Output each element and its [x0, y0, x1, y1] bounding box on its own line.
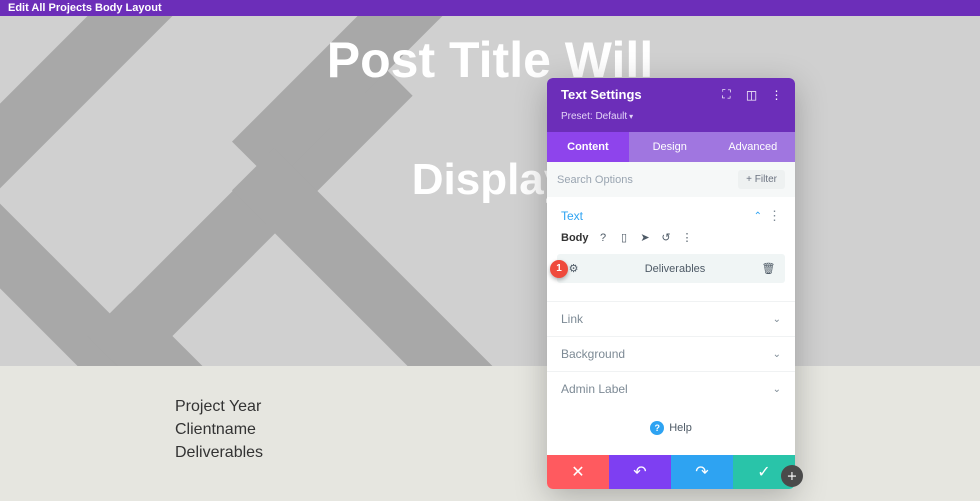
- redo-icon: ↷: [695, 462, 708, 482]
- page-title-placeholder: Post Title Will: [0, 35, 980, 85]
- redo-button[interactable]: ↷: [671, 455, 733, 489]
- chevron-up-icon: ⌃: [754, 211, 762, 222]
- more-dots-icon[interactable]: ⋮: [768, 211, 781, 221]
- page-subtitle-placeholder: Display: [0, 155, 980, 205]
- preset-selector[interactable]: Preset: Default▾: [547, 111, 795, 132]
- text-body-controls: Body ? ▯ ➤ ↺ ⋮: [547, 223, 795, 252]
- app-title: Edit All Projects Body Layout: [8, 2, 162, 14]
- chevron-down-icon: ⌄: [773, 349, 781, 360]
- settings-tabs: Content Design Advanced: [547, 132, 795, 162]
- body-text-row[interactable]: 1 ⚙ Deliverables 🗑: [557, 254, 785, 283]
- tab-advanced[interactable]: Advanced: [711, 132, 795, 162]
- filter-button[interactable]: + Filter: [738, 170, 785, 189]
- menu-dots-icon[interactable]: ⋮: [770, 88, 783, 101]
- preset-label: Preset: Default: [561, 111, 627, 122]
- search-row: Search Options + Filter: [547, 162, 795, 197]
- section-text-label: Text: [561, 209, 754, 223]
- content-line: Project Year: [175, 395, 263, 418]
- reset-icon[interactable]: ↺: [660, 231, 673, 244]
- section-link-label: Link: [561, 312, 773, 326]
- section-background-label: Background: [561, 347, 773, 361]
- panel-title: Text Settings: [561, 87, 720, 102]
- chevron-down-icon: ⌄: [773, 314, 781, 325]
- tab-design[interactable]: Design: [629, 132, 711, 162]
- close-icon: ✕: [571, 462, 584, 482]
- help-label: Help: [669, 422, 692, 434]
- help-row[interactable]: ? Help: [547, 406, 795, 455]
- section-admin-label-label: Admin Label: [561, 382, 773, 396]
- panel-header[interactable]: Text Settings ⛶ ◫ ⋮: [547, 78, 795, 111]
- plus-icon: ✕: [784, 468, 800, 484]
- more-dots-icon[interactable]: ⋮: [681, 231, 694, 244]
- chevron-down-icon: ⌄: [773, 384, 781, 395]
- columns-icon[interactable]: ◫: [745, 88, 758, 101]
- text-settings-panel: Text Settings ⛶ ◫ ⋮ Preset: Default▾ Con…: [547, 78, 795, 489]
- panel-actions: ✕ ↶ ↷ ✓: [547, 455, 795, 489]
- app-top-bar: Edit All Projects Body Layout: [0, 0, 980, 16]
- undo-icon: ↶: [633, 462, 646, 482]
- check-icon: ✓: [757, 462, 770, 482]
- search-input[interactable]: Search Options: [557, 174, 738, 186]
- section-text[interactable]: Text ⌃ ⋮: [547, 197, 795, 223]
- content-line: Deliverables: [175, 441, 263, 464]
- body-text-value: Deliverables: [588, 263, 762, 275]
- trash-icon[interactable]: 🗑: [762, 262, 775, 275]
- gear-icon[interactable]: ⚙: [567, 262, 580, 275]
- help-icon: ?: [650, 421, 664, 435]
- body-content: Project Year Clientname Deliverables: [175, 395, 263, 465]
- section-link[interactable]: Link ⌄: [547, 301, 795, 336]
- section-background[interactable]: Background ⌄: [547, 336, 795, 371]
- device-icon[interactable]: ▯: [618, 231, 631, 244]
- cursor-icon[interactable]: ➤: [639, 231, 652, 244]
- cancel-button[interactable]: ✕: [547, 455, 609, 489]
- undo-button[interactable]: ↶: [609, 455, 671, 489]
- tab-content[interactable]: Content: [547, 132, 629, 162]
- body-label: Body: [561, 232, 589, 244]
- expand-icon[interactable]: ⛶: [720, 88, 733, 101]
- question-icon[interactable]: ?: [597, 231, 610, 244]
- section-admin-label[interactable]: Admin Label ⌄: [547, 371, 795, 406]
- content-line: Clientname: [175, 418, 263, 441]
- step-badge-1: 1: [550, 260, 568, 278]
